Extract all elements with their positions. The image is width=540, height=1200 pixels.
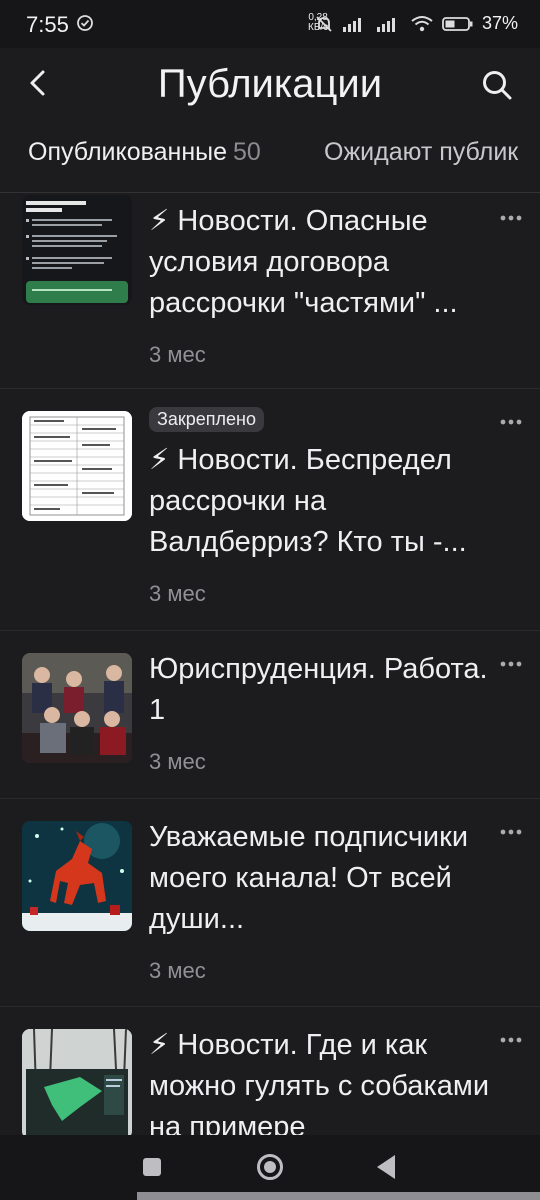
app-bar: Публикации bbox=[0, 48, 540, 124]
battery-percent: 37% bbox=[481, 13, 518, 33]
post-text: Юриспруденция. Работа. 1 3 мес bbox=[149, 649, 499, 775]
home-icon[interactable] bbox=[256, 1153, 284, 1181]
back-triangle-icon[interactable] bbox=[374, 1153, 398, 1181]
page-title: Публикации bbox=[157, 62, 383, 106]
battery-icon bbox=[442, 16, 473, 31]
signal-icon-1 bbox=[342, 17, 361, 32]
post-title: ⚡ Новости. Где и как можно гулять с соба… bbox=[149, 1029, 490, 1135]
post-thumbnail bbox=[22, 195, 132, 305]
post-text: Закреплено ⚡ Новости. Беспредел рассрочк… bbox=[149, 407, 499, 607]
tab-published-label: Опубликованные bbox=[28, 138, 228, 166]
list-item[interactable]: ⚡ Новости. Где и как можно гулять с соба… bbox=[0, 1007, 540, 1135]
post-thumbnail bbox=[22, 653, 132, 763]
more-options-icon[interactable] bbox=[500, 214, 522, 222]
post-title: ⚡ Новости. Беспредел рассрочки на Валдбе… bbox=[149, 444, 467, 558]
mute-bell-icon bbox=[316, 15, 332, 32]
status-bar: 7:55 0,28 КБ/с 37% bbox=[0, 0, 540, 48]
post-title: Уважаемые подписчики моего канала! От вс… bbox=[149, 821, 469, 935]
list-item[interactable]: Закреплено ⚡ Новости. Беспредел рассрочк… bbox=[0, 389, 540, 631]
tab-bar: Опубликованные 50 Ожидают публик bbox=[0, 124, 540, 193]
status-time: 7:55 bbox=[26, 12, 69, 37]
post-thumbnail bbox=[22, 1029, 132, 1135]
post-thumbnail bbox=[22, 821, 132, 931]
post-time: 3 мес bbox=[149, 581, 206, 606]
post-text: ⚡ Новости. Опасные условия договора расс… bbox=[149, 201, 499, 368]
tab-published-count: 50 bbox=[233, 138, 261, 166]
list-item[interactable]: Юриспруденция. Работа. 1 3 мес bbox=[0, 631, 540, 799]
post-title: Юриспруденция. Работа. 1 bbox=[149, 653, 488, 726]
more-options-icon[interactable] bbox=[500, 418, 522, 426]
list-item[interactable]: ⚡ Новости. Опасные условия договора расс… bbox=[0, 193, 540, 389]
tab-pending[interactable]: Ожидают публик bbox=[324, 138, 518, 167]
post-thumbnail bbox=[22, 411, 132, 521]
more-options-icon[interactable] bbox=[500, 828, 522, 836]
gesture-handle[interactable] bbox=[137, 1192, 540, 1200]
tab-published[interactable]: Опубликованные 50 bbox=[28, 138, 261, 167]
check-circle-icon bbox=[77, 15, 93, 31]
more-options-icon[interactable] bbox=[500, 1036, 522, 1044]
more-options-icon[interactable] bbox=[500, 660, 522, 668]
wifi-icon bbox=[411, 15, 433, 31]
post-title: ⚡ Новости. Опасные условия договора расс… bbox=[149, 205, 458, 319]
post-text: ⚡ Новости. Где и как можно гулять с соба… bbox=[149, 1025, 499, 1135]
pinned-badge: Закреплено bbox=[149, 407, 264, 432]
tab-pending-label: Ожидают публик bbox=[324, 138, 519, 166]
post-time: 3 мес bbox=[149, 958, 206, 983]
system-navigation-bar bbox=[0, 1135, 540, 1200]
post-text: Уважаемые подписчики моего канала! От вс… bbox=[149, 817, 499, 984]
post-time: 3 мес bbox=[149, 749, 206, 774]
post-time: 3 мес bbox=[149, 342, 206, 367]
recent-apps-icon[interactable] bbox=[142, 1157, 162, 1177]
search-icon[interactable] bbox=[480, 68, 514, 102]
posts-list: ⚡ Новости. Опасные условия договора расс… bbox=[0, 193, 540, 1135]
signal-icon-2 bbox=[376, 17, 395, 32]
list-item[interactable]: Уважаемые подписчики моего канала! От вс… bbox=[0, 799, 540, 1007]
